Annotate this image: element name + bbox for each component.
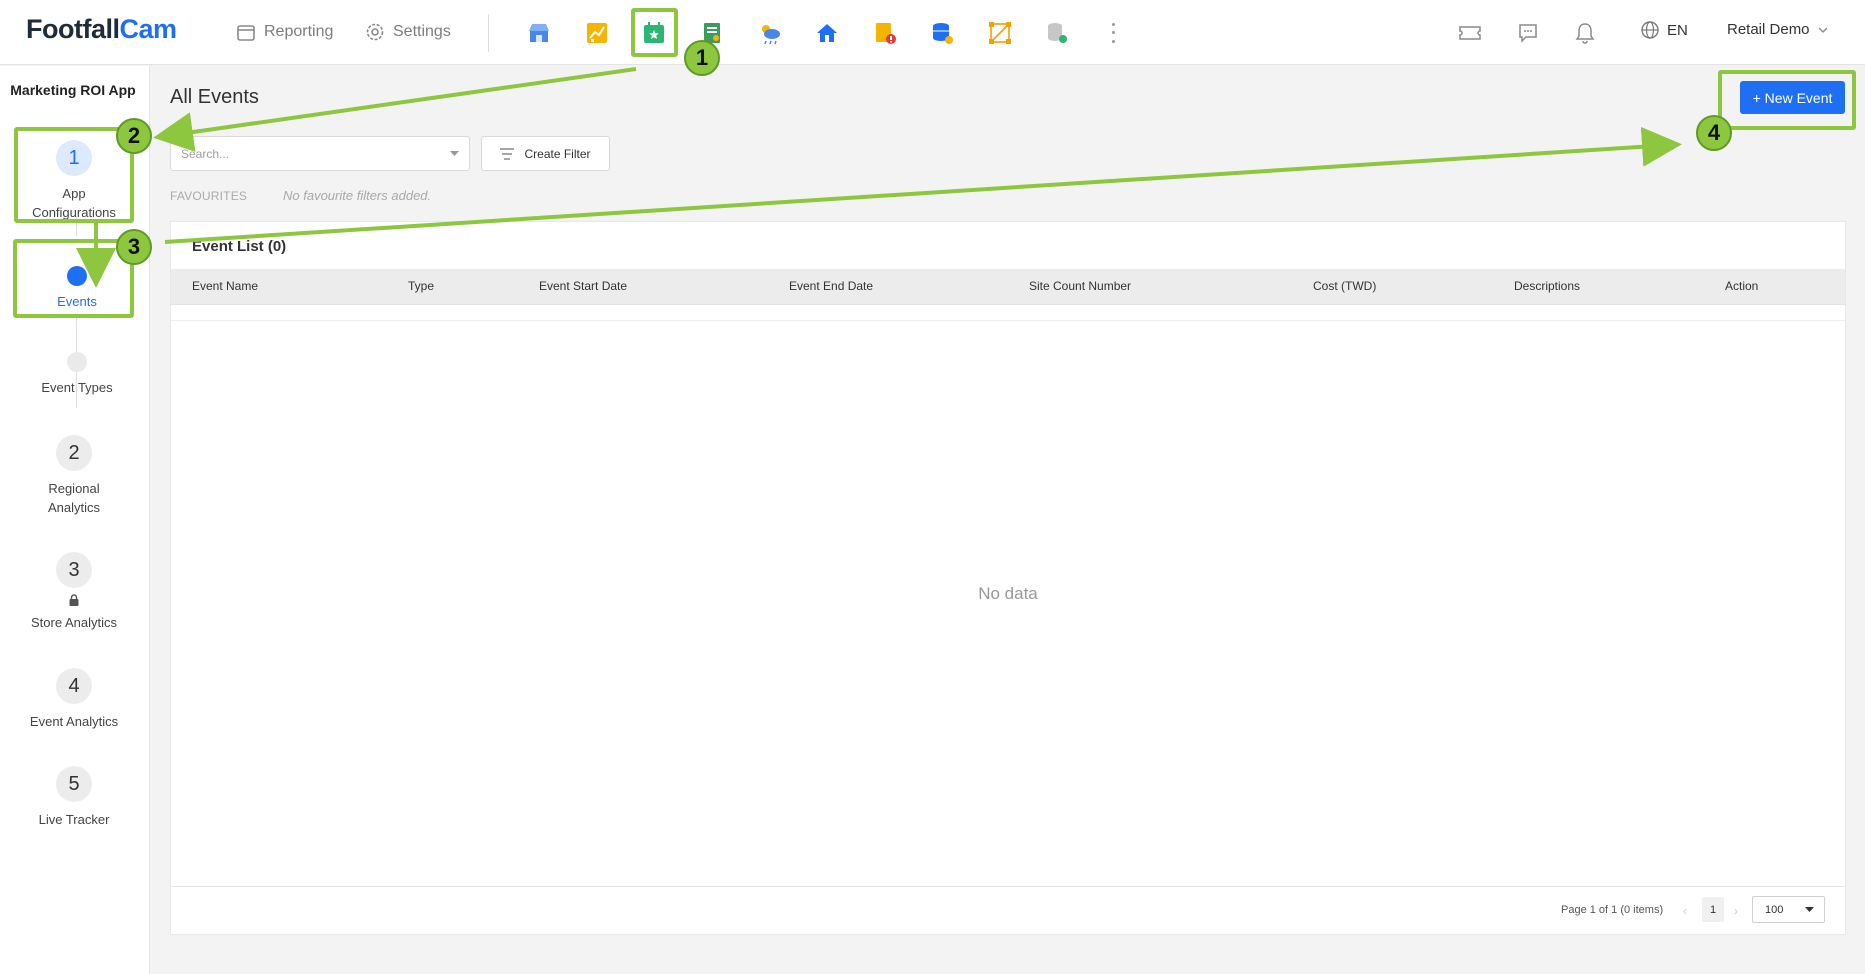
search-input[interactable]: Search... xyxy=(170,136,470,171)
step-number: 4 xyxy=(56,668,92,704)
vector-app-icon[interactable] xyxy=(984,17,1016,49)
page-number-button[interactable]: 1 xyxy=(1702,897,1724,922)
table-header: Event Name Type Event Start Date Event E… xyxy=(171,269,1845,305)
next-page-button[interactable]: › xyxy=(1734,904,1738,918)
caret-down-icon xyxy=(450,151,459,156)
column-header[interactable]: Cost (TWD) xyxy=(1313,279,1376,293)
divider xyxy=(171,886,1845,887)
filter-icon xyxy=(500,147,515,160)
chat-icon[interactable] xyxy=(1514,19,1542,47)
chart-app-icon[interactable] xyxy=(581,17,613,49)
step-number: 2 xyxy=(56,435,92,471)
column-header[interactable]: Event Name xyxy=(192,279,258,293)
favourites-label: FAVOURITES xyxy=(170,189,248,203)
divider xyxy=(171,320,1845,321)
language-selector[interactable]: EN xyxy=(1640,20,1688,40)
favourites-empty-text: No favourite filters added. xyxy=(283,188,432,203)
page-size-select[interactable]: 100 xyxy=(1752,896,1825,923)
event-list-panel: Event List (0) Event Name Type Event Sta… xyxy=(170,221,1846,935)
column-header[interactable]: Action xyxy=(1725,279,1758,293)
chevron-down-icon xyxy=(1818,27,1827,33)
more-vertical-icon[interactable] xyxy=(1105,20,1121,46)
calendar-icon xyxy=(237,25,255,41)
data-sync-app-icon[interactable] xyxy=(1041,17,1073,49)
page-title: All Events xyxy=(170,86,259,108)
sidebar-step-store-analytics[interactable]: 3 Store Analytics xyxy=(0,552,148,632)
footfallcam-logo[interactable]: FootfallCam xyxy=(26,14,177,45)
top-bar: FootfallCam Reporting Settings EN Retail… xyxy=(0,0,1865,65)
column-header[interactable]: Event Start Date xyxy=(539,279,627,293)
gear-icon xyxy=(366,23,384,41)
caret-down-icon xyxy=(1805,907,1814,912)
sidebar-step-event-analytics[interactable]: 4 Event Analytics xyxy=(0,668,148,731)
home-app-icon[interactable] xyxy=(811,17,843,49)
annotation-callout: 2 xyxy=(116,118,152,154)
annotation-callout: 4 xyxy=(1696,115,1732,151)
create-filter-button[interactable]: Create Filter xyxy=(481,136,610,171)
annotation-callout: 1 xyxy=(684,40,720,76)
sidebar-title: Marketing ROI App xyxy=(10,82,136,98)
panel-title: Event List (0) xyxy=(192,238,287,255)
ticket-icon[interactable] xyxy=(1456,19,1484,47)
divider xyxy=(488,14,489,52)
store-app-icon[interactable] xyxy=(523,17,555,49)
sidebar-substep-event-types[interactable]: Event Types xyxy=(0,352,154,395)
nav-reporting[interactable]: Reporting xyxy=(236,22,333,42)
sidebar-step-regional-analytics[interactable]: 2 Regional Analytics xyxy=(0,435,148,517)
column-header[interactable]: Descriptions xyxy=(1514,279,1580,293)
weather-app-icon[interactable] xyxy=(754,17,786,49)
step-number: 5 xyxy=(56,766,92,802)
inactive-dot xyxy=(67,352,87,372)
globe-icon xyxy=(1641,21,1659,39)
database-app-icon[interactable] xyxy=(926,17,958,49)
annotation-highlight xyxy=(631,8,678,57)
column-header[interactable]: Type xyxy=(408,279,434,293)
column-header[interactable]: Event End Date xyxy=(789,279,873,293)
annotation-callout: 3 xyxy=(116,229,152,265)
prev-page-button[interactable]: ‹ xyxy=(1683,904,1687,918)
lock-icon xyxy=(69,594,79,606)
sidebar-step-live-tracker[interactable]: 5 Live Tracker xyxy=(0,766,148,829)
annotation-highlight xyxy=(1718,70,1856,130)
bell-icon[interactable] xyxy=(1571,19,1599,47)
nav-settings[interactable]: Settings xyxy=(365,22,451,42)
step-number: 3 xyxy=(56,552,92,588)
alert-doc-app-icon[interactable] xyxy=(869,17,901,49)
user-menu[interactable]: Retail Demo xyxy=(1727,21,1828,38)
empty-state-text: No data xyxy=(978,584,1038,603)
pagination-summary: Page 1 of 1 (0 items) xyxy=(1561,904,1664,916)
column-header[interactable]: Site Count Number xyxy=(1029,279,1131,293)
